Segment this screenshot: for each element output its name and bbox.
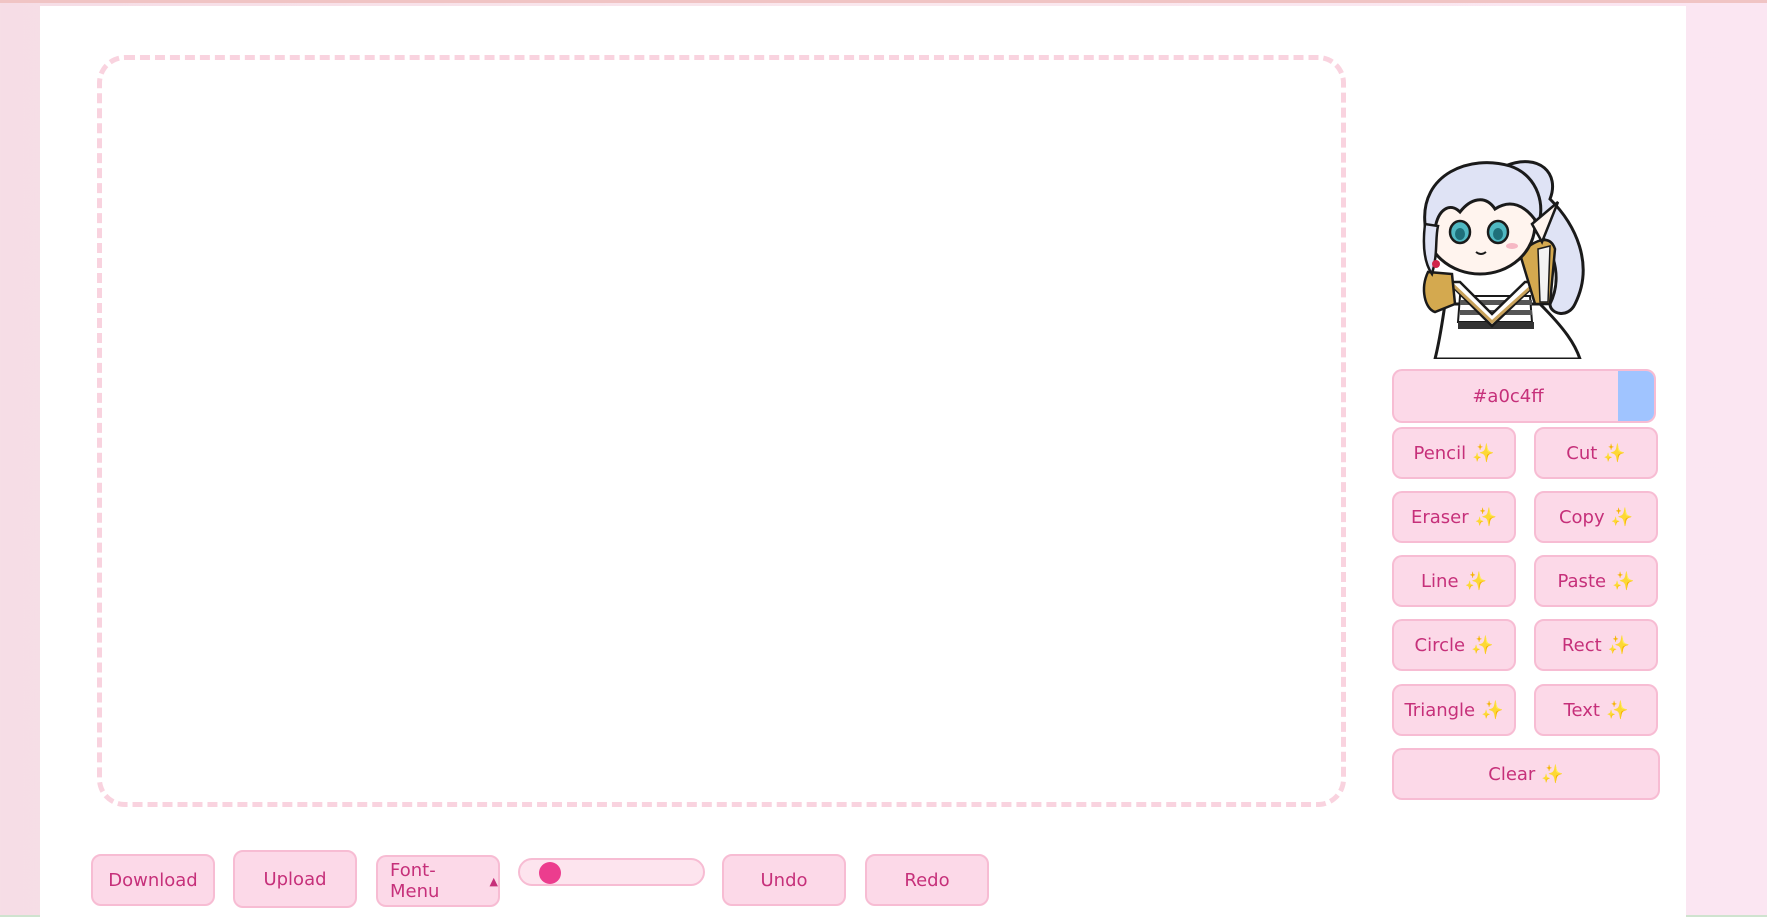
color-hex-label: #a0c4ff (1472, 385, 1544, 407)
drawing-canvas[interactable] (97, 55, 1346, 807)
sparkle-icon: ✨ (1541, 763, 1564, 785)
sparkle-icon: ✨ (1464, 570, 1487, 592)
sparkle-icon: ✨ (1603, 442, 1626, 464)
circle-label: Circle (1414, 634, 1466, 656)
upload-button[interactable]: Upload (233, 850, 357, 908)
sparkle-icon: ✨ (1472, 442, 1495, 464)
color-swatch[interactable] (1618, 371, 1654, 421)
redo-label: Redo (904, 869, 950, 891)
mascot-illustration (1422, 160, 1585, 359)
download-label: Download (108, 869, 198, 891)
line-label: Line (1421, 570, 1459, 592)
color-picker[interactable]: #a0c4ff (1392, 369, 1656, 423)
font-menu-label: Font-Menu (390, 860, 440, 902)
copy-button[interactable]: Copy ✨ (1534, 491, 1658, 543)
triangle-button[interactable]: Triangle ✨ (1392, 684, 1516, 736)
sparkle-icon: ✨ (1471, 634, 1494, 656)
paste-button[interactable]: Paste ✨ (1534, 555, 1658, 607)
sparkle-icon: ✨ (1612, 570, 1635, 592)
sparkle-icon: ✨ (1605, 699, 1629, 721)
triangle-label: Triangle (1404, 699, 1476, 721)
app-page: #a0c4ff Pencil ✨ Eraser ✨ Line ✨ Circle ✨ Tr… (40, 6, 1686, 917)
undo-button[interactable]: Undo (722, 854, 846, 906)
slider-handle[interactable] (539, 862, 562, 884)
pencil-label: Pencil (1413, 442, 1467, 464)
eraser-button[interactable]: Eraser ✨ (1392, 491, 1516, 543)
pencil-button[interactable]: Pencil ✨ (1392, 427, 1516, 479)
text-button[interactable]: Text ✨ (1534, 684, 1658, 736)
copy-label: Copy (1558, 506, 1605, 528)
rect-label: Rect (1561, 634, 1602, 656)
rect-button[interactable]: Rect ✨ (1534, 619, 1658, 671)
sparkle-icon: ✨ (1481, 699, 1504, 721)
clear-label: Clear (1488, 763, 1536, 785)
text-label: Text (1563, 699, 1600, 721)
circle-button[interactable]: Circle ✨ (1392, 619, 1516, 671)
cut-label: Cut (1566, 442, 1598, 464)
sparkle-icon: ✨ (1610, 506, 1634, 528)
cut-button[interactable]: Cut ✨ (1534, 427, 1658, 479)
download-button[interactable]: Download (91, 854, 215, 906)
clear-button[interactable]: Clear ✨ (1392, 748, 1660, 800)
brush-size-slider[interactable] (518, 858, 705, 886)
paste-label: Paste (1557, 570, 1607, 592)
caret-up-icon: ▲ (489, 874, 498, 888)
redo-button[interactable]: Redo (865, 854, 989, 906)
line-button[interactable]: Line ✨ (1392, 555, 1516, 607)
upload-label: Upload (263, 868, 327, 890)
sparkle-icon: ✨ (1607, 634, 1631, 656)
font-menu-button[interactable]: Font-Menu ▲ (376, 855, 500, 907)
undo-label: Undo (760, 869, 808, 891)
eraser-label: Eraser (1410, 506, 1469, 528)
sparkle-icon: ✨ (1474, 506, 1498, 528)
